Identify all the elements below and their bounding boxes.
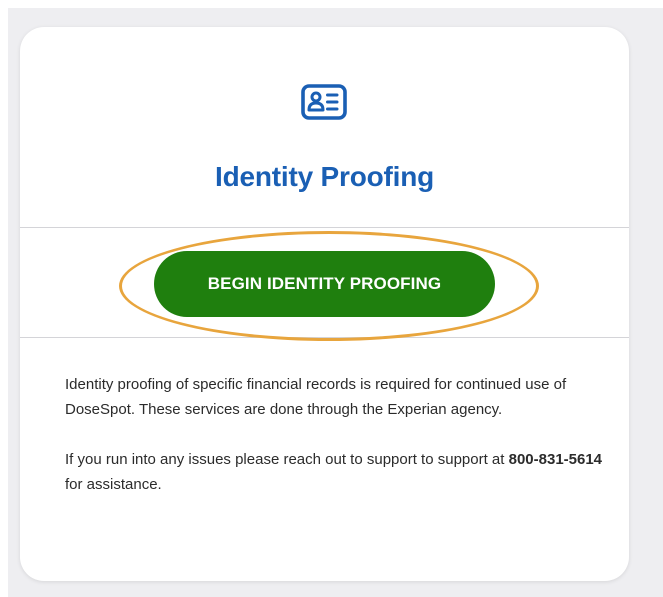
card-body: Identity proofing of specific financial … — [65, 372, 605, 497]
begin-identity-proofing-button[interactable]: BEGIN IDENTITY PROOFING — [154, 251, 495, 317]
support-text-after: for assistance. — [65, 476, 162, 493]
divider-top — [20, 227, 629, 228]
info-paragraph: Identity proofing of specific financial … — [65, 376, 567, 418]
id-card-icon — [301, 84, 347, 120]
identity-proofing-card: Identity Proofing BEGIN IDENTITY PROOFIN… — [20, 27, 629, 581]
support-phone-number: 800-831-5614 — [508, 451, 603, 468]
support-paragraph: If you run into any issues please reach … — [65, 447, 605, 497]
divider-bottom — [20, 337, 629, 338]
support-text-before: If you run into any issues please reach … — [65, 451, 509, 468]
card-header: Identity Proofing — [20, 27, 629, 227]
card-title: Identity Proofing — [214, 161, 435, 192]
